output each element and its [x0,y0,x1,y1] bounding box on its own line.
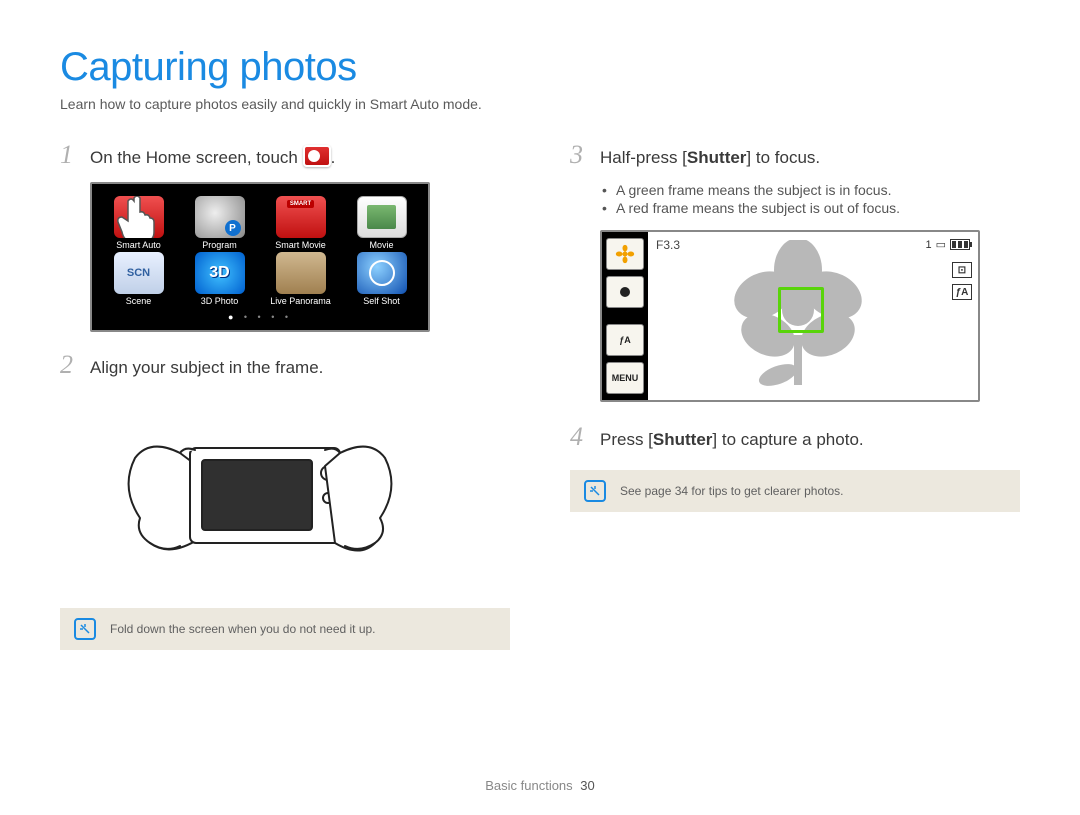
step-number: 2 [60,352,78,378]
program-icon [195,196,245,238]
step-4-text: Press [Shutter] to capture a photo. [600,430,1020,450]
camera-home-screen: Smart Auto Program Smart Movie Movie SCN Scen… [90,182,430,332]
indicator-1: ⊡ [952,262,972,278]
home-item-3d-photo[interactable]: 3D 3D Photo [181,252,258,306]
camera-viewfinder: ƒA MENU [600,230,980,402]
footer-page-number: 30 [580,778,594,793]
hands-holding-camera-illustration [110,398,410,588]
home-item-smart-movie[interactable]: Smart Movie [262,196,339,250]
step-4: 4 Press [Shutter] to capture a photo. [570,424,1020,450]
flash-auto-button[interactable]: ƒA [606,324,644,356]
shots-remaining: 1 ▭ [925,238,970,251]
home-item-label: Movie [369,240,393,250]
note-fold-screen: Fold down the screen when you do not nee… [60,608,510,650]
shutter-bold: Shutter [687,148,747,167]
memory-icon: ▭ [936,238,946,251]
step-4-a: Press [ [600,430,653,449]
footer-section: Basic functions [485,778,572,793]
shot-count: 1 [925,239,931,251]
home-item-label: Scene [126,296,152,306]
aperture-value: F3.3 [656,238,680,252]
step-4-b: ] to capture a photo. [712,430,863,449]
home-item-scene[interactable]: SCN Scene [100,252,177,306]
macro-button[interactable] [606,238,644,270]
battery-icon [950,239,970,250]
smart-auto-icon [303,145,331,167]
step-3: 3 Half-press [Shutter] to focus. A green… [570,142,1020,402]
focus-frame [778,287,824,333]
step-number: 1 [60,142,78,168]
home-item-label: 3D Photo [201,296,239,306]
pager-dots: ● • • • • [100,312,420,322]
viewfinder-sidebar: ƒA MENU [602,232,648,400]
bullet-red: A red frame means the subject is out of … [602,200,1020,216]
step-1: 1 On the Home screen, touch . Smart Auto… [60,142,510,332]
home-item-label: Self Shot [363,296,400,306]
self-shot-icon [357,252,407,294]
viewfinder-right-indicators: ⊡ ƒA [952,262,972,300]
home-item-smart-auto[interactable]: Smart Auto [100,196,177,250]
home-item-live-panorama[interactable]: Live Panorama [262,252,339,306]
home-item-label: Program [202,240,237,250]
focus-bullets: A green frame means the subject is in fo… [602,182,1020,216]
home-item-label: Live Panorama [270,296,331,306]
indicator-2: ƒA [952,284,972,300]
bullet-green: A green frame means the subject is in fo… [602,182,1020,198]
step-number: 3 [570,142,588,168]
step-2-text: Align your subject in the frame. [90,358,510,378]
menu-button[interactable]: MENU [606,362,644,394]
viewfinder-main: F3.3 1 ▭ ⊡ ƒA [648,232,978,400]
home-item-label: Smart Movie [275,240,326,250]
smart-auto-icon [114,196,164,238]
home-item-self-shot[interactable]: Self Shot [343,252,420,306]
step-3-text: Half-press [Shutter] to focus. [600,148,1020,168]
step-number: 4 [570,424,588,450]
movie-icon [357,196,407,238]
step-1-text-b: . [331,148,336,167]
page-title: Capturing photos [60,45,1020,90]
left-column: 1 On the Home screen, touch . Smart Auto… [60,142,510,650]
note-clearer-photos: See page 34 for tips to get clearer phot… [570,470,1020,512]
step-2: 2 Align your subject in the frame. [60,352,510,588]
record-button[interactable] [606,276,644,308]
step-3-b: ] to focus. [746,148,820,167]
smart-movie-icon [276,196,326,238]
home-item-label: Smart Auto [116,240,161,250]
step-1-text: On the Home screen, touch . [90,145,510,168]
page-subtitle: Learn how to capture photos easily and q… [60,96,1020,112]
live-panorama-icon [276,252,326,294]
pointing-hand-icon [114,196,162,238]
3d-photo-icon: 3D [195,252,245,294]
page-footer: Basic functions 30 [0,778,1080,793]
right-column: 3 Half-press [Shutter] to focus. A green… [570,142,1020,650]
note-text: See page 34 for tips to get clearer phot… [620,484,843,498]
note-icon [584,480,606,502]
step-3-a: Half-press [ [600,148,687,167]
note-icon [74,618,96,640]
home-item-program[interactable]: Program [181,196,258,250]
home-item-movie[interactable]: Movie [343,196,420,250]
shutter-bold: Shutter [653,430,713,449]
scene-icon: SCN [114,252,164,294]
step-1-text-a: On the Home screen, touch [90,148,303,167]
note-text: Fold down the screen when you do not nee… [110,622,376,636]
